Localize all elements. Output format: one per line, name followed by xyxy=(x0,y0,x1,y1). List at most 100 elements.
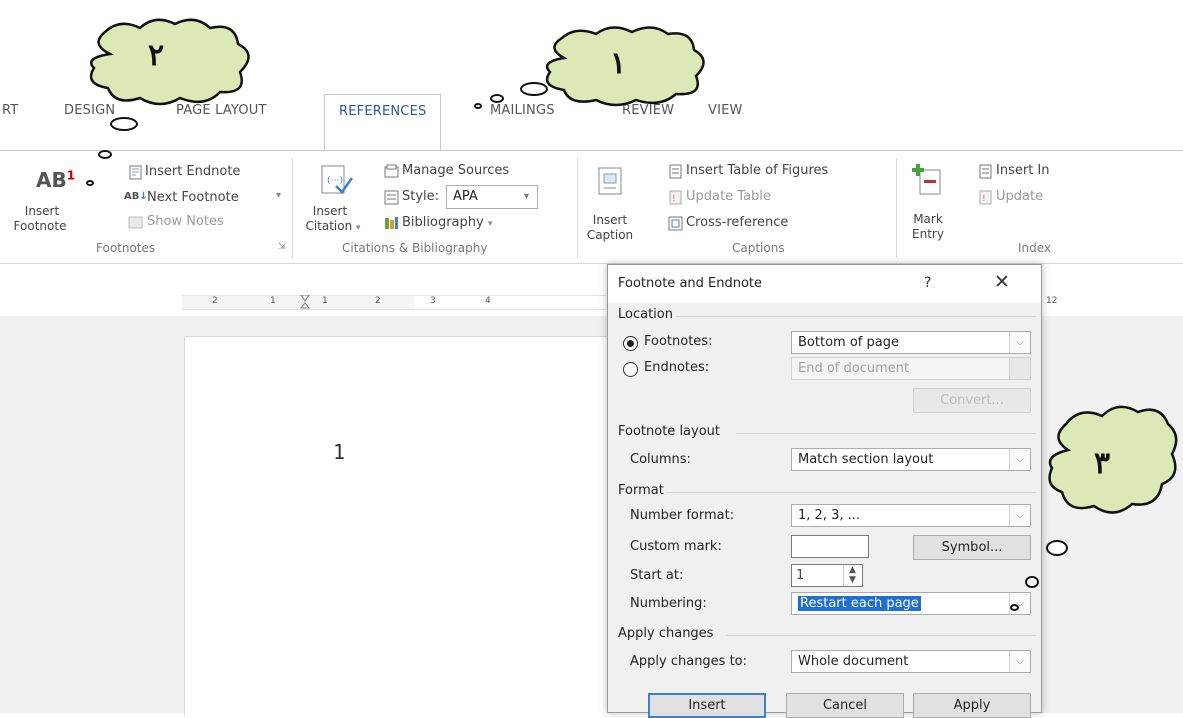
callout-bubble xyxy=(110,117,138,131)
insert-footnote-label[interactable]: Footnote xyxy=(10,219,70,234)
show-notes-icon xyxy=(128,216,143,229)
manage-sources-button[interactable]: Manage Sources xyxy=(402,163,509,178)
footnotes-position-dropdown[interactable]: Bottom of page ⌵ xyxy=(791,331,1031,354)
numbering-label: Numbering: xyxy=(630,596,707,611)
style-label: Style: xyxy=(402,189,440,204)
callout-bubble xyxy=(86,180,94,186)
callout-bubble xyxy=(1046,540,1068,556)
horizontal-ruler[interactable]: 2 1 1 2 3 4 xyxy=(182,295,614,311)
show-notes-button[interactable]: Show Notes xyxy=(147,214,224,229)
svg-text:(⋯): (⋯) xyxy=(327,176,343,186)
tab-references[interactable]: REFERENCES xyxy=(324,94,442,151)
indent-marker-icon[interactable] xyxy=(300,295,310,311)
next-footnote-icon: AB↓ xyxy=(124,191,148,202)
footnote-reference: 1 xyxy=(333,440,346,464)
chevron-down-icon[interactable]: ⌵ xyxy=(1009,332,1030,353)
insert-button[interactable]: Insert xyxy=(648,693,766,718)
group-label-captions: Captions xyxy=(732,241,785,255)
next-footnote-button[interactable]: Next Footnote xyxy=(147,190,239,205)
chevron-down-icon[interactable]: ⌵ xyxy=(1009,505,1030,526)
insert-endnote-button[interactable]: Insert Endnote xyxy=(145,164,240,179)
columns-dropdown[interactable]: Match section layout ⌵ xyxy=(791,448,1031,471)
ruler-text-area xyxy=(414,296,614,309)
ruler-number: 12 xyxy=(1046,296,1058,306)
insert-table-of-figures-button[interactable]: Insert Table of Figures xyxy=(686,163,828,178)
endnotes-position-dropdown[interactable]: End of document xyxy=(791,357,1031,380)
symbol-button[interactable]: Symbol... xyxy=(913,535,1031,560)
columns-label: Columns: xyxy=(630,452,691,467)
apply-changes-to-dropdown[interactable]: Whole document ⌵ xyxy=(791,650,1031,673)
callout-bubble xyxy=(474,103,482,109)
insert-citation-label[interactable]: Citation ▾ xyxy=(298,219,368,236)
insert-caption-button[interactable]: Insert xyxy=(590,213,630,228)
bibliography-icon xyxy=(385,217,398,229)
endnotes-label: Endnotes: xyxy=(644,360,710,375)
callout-cloud-3 xyxy=(1048,405,1178,514)
update-table-button[interactable]: Update Table xyxy=(686,189,771,204)
endnotes-radio[interactable] xyxy=(623,362,638,377)
start-at-input[interactable]: 1 ▲ ▼ xyxy=(791,564,863,587)
numbering-dropdown[interactable]: Restart each page ⌵ xyxy=(791,592,1031,615)
ruler-number: 1 xyxy=(270,296,276,306)
ruler-number: 3 xyxy=(430,296,436,306)
group-separator xyxy=(896,158,897,258)
cross-reference-button[interactable]: Cross-reference xyxy=(686,215,788,230)
start-at-label: Start at: xyxy=(630,568,684,583)
section-divider xyxy=(726,635,1036,636)
chevron-down-icon[interactable]: ⌵ xyxy=(1009,449,1030,470)
footnote-endnote-dialog: Footnote and Endnote ? ✕ Location Footno… xyxy=(607,264,1042,718)
callout-number-2: ٢ xyxy=(148,38,165,73)
section-location: Location xyxy=(618,307,673,322)
footnotes-label: Footnotes: xyxy=(644,334,713,349)
callout-bubble xyxy=(490,94,504,103)
insert-footnote-icon[interactable]: AB1 xyxy=(36,168,75,192)
ruler-number: 1 xyxy=(322,296,328,306)
insert-caption-label[interactable]: Caption xyxy=(580,228,640,243)
dialog-launcher-icon[interactable]: ⇲ xyxy=(278,242,286,252)
tab-insert[interactable]: RT xyxy=(2,103,18,118)
insert-citation-icon[interactable]: (⋯) xyxy=(318,164,354,198)
ribbon-top-border xyxy=(0,150,1183,151)
ruler-number: 4 xyxy=(485,296,491,306)
ruler-number: 2 xyxy=(375,296,381,306)
group-label-citations: Citations & Bibliography xyxy=(342,241,488,255)
mark-entry-icon[interactable] xyxy=(912,162,946,198)
close-icon[interactable]: ✕ xyxy=(994,271,1010,293)
callout-bubble xyxy=(1025,576,1039,588)
spin-arrows-icon[interactable]: ▲ ▼ xyxy=(843,565,861,586)
callout-bubble xyxy=(1010,604,1019,611)
section-divider xyxy=(676,316,1036,317)
footnotes-radio[interactable] xyxy=(623,336,638,351)
insert-citation-button[interactable]: Insert xyxy=(305,204,355,219)
citation-style-value: APA xyxy=(453,189,478,204)
chevron-down-icon[interactable]: ▾ xyxy=(516,186,537,207)
section-format: Format xyxy=(618,483,664,498)
number-format-dropdown[interactable]: 1, 2, 3, ... ⌵ xyxy=(791,504,1031,527)
group-separator xyxy=(292,158,293,258)
update-index-button[interactable]: Update xyxy=(996,189,1043,204)
chevron-down-icon[interactable] xyxy=(1009,358,1030,379)
convert-button[interactable]: Convert... xyxy=(913,388,1031,413)
insert-index-icon xyxy=(979,164,992,179)
apply-changes-to-label: Apply changes to: xyxy=(630,654,748,669)
bibliography-button[interactable]: Bibliography ▾ xyxy=(402,215,492,230)
citation-style-dropdown[interactable]: APA ▾ xyxy=(446,185,538,209)
document-page[interactable]: 1 xyxy=(184,336,624,716)
custom-mark-input[interactable] xyxy=(791,535,869,558)
cross-reference-icon xyxy=(668,216,683,231)
chevron-down-icon[interactable]: ▾ xyxy=(276,190,281,201)
mark-entry-button[interactable]: Mark xyxy=(910,212,946,227)
cancel-button[interactable]: Cancel xyxy=(786,693,904,718)
chevron-down-icon[interactable]: ⌵ xyxy=(1009,651,1030,672)
insert-footnote-button[interactable]: Insert xyxy=(22,204,62,219)
dialog-titlebar: Footnote and Endnote ? ✕ xyxy=(608,265,1041,303)
custom-mark-label: Custom mark: xyxy=(630,539,722,554)
insert-index-button[interactable]: Insert In xyxy=(996,163,1050,178)
mark-entry-label[interactable]: Entry xyxy=(905,227,951,242)
help-icon[interactable]: ? xyxy=(924,275,931,291)
ruler-number: 2 xyxy=(212,296,218,306)
apply-button[interactable]: Apply xyxy=(913,693,1031,718)
dialog-title: Footnote and Endnote xyxy=(618,276,763,291)
insert-endnote-icon xyxy=(129,165,142,180)
insert-caption-icon[interactable] xyxy=(596,166,626,198)
